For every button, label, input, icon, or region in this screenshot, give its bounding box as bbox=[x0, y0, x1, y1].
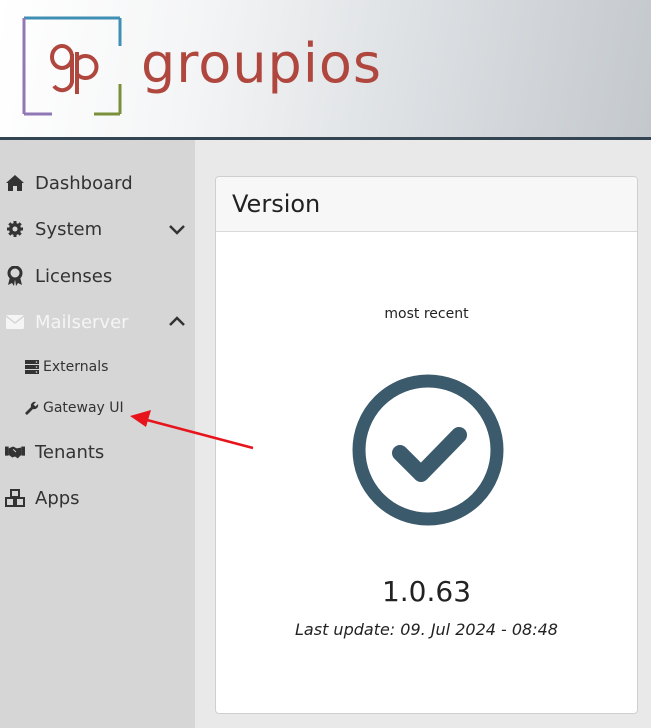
card-title: Version bbox=[216, 177, 637, 232]
version-card: Version most recent 1.0.63 Last update: … bbox=[215, 176, 638, 714]
sidebar-subitem-label: Gateway UI bbox=[43, 400, 124, 416]
chevron-up-icon[interactable] bbox=[168, 313, 186, 331]
version-number: 1.0.63 bbox=[381, 575, 472, 608]
sidebar-item-label: Tenants bbox=[35, 441, 105, 463]
sidebar-subitem-label: Externals bbox=[43, 359, 109, 375]
wrench-icon bbox=[25, 401, 39, 415]
check-circle-icon bbox=[352, 374, 504, 526]
home-icon bbox=[5, 173, 25, 193]
handshake-icon bbox=[5, 442, 25, 462]
sidebar-item-label: Dashboard bbox=[35, 172, 133, 194]
sidebar-item-apps[interactable]: Apps bbox=[0, 478, 195, 518]
annotation-arrow-icon bbox=[130, 410, 254, 450]
sidebar-item-mailserver[interactable]: Mailserver bbox=[0, 302, 195, 342]
last-update-text: Last update: 09. Jul 2024 - 08:48 bbox=[295, 620, 558, 639]
sidebar-item-dashboard[interactable]: Dashboard bbox=[0, 163, 195, 203]
cubes-icon bbox=[5, 488, 25, 508]
header-bar: groupios bbox=[0, 0, 651, 140]
brand-name: groupios bbox=[141, 32, 383, 95]
sidebar-item-system[interactable]: System bbox=[0, 209, 195, 249]
chevron-down-icon[interactable] bbox=[168, 220, 186, 238]
envelope-icon bbox=[5, 312, 25, 332]
award-icon bbox=[5, 266, 25, 286]
groupios-logo-icon bbox=[22, 16, 122, 116]
sidebar-item-label: Mailserver bbox=[35, 311, 129, 333]
gear-icon bbox=[5, 219, 25, 239]
sidebar-item-licenses[interactable]: Licenses bbox=[0, 256, 195, 296]
sidebar-item-label: Licenses bbox=[35, 265, 113, 287]
status-label: most recent bbox=[384, 306, 469, 322]
server-icon bbox=[25, 360, 39, 374]
sidebar-item-label: Apps bbox=[35, 487, 80, 509]
sidebar-item-label: System bbox=[35, 218, 103, 240]
sidebar-subitem-externals[interactable]: Externals bbox=[0, 352, 195, 382]
